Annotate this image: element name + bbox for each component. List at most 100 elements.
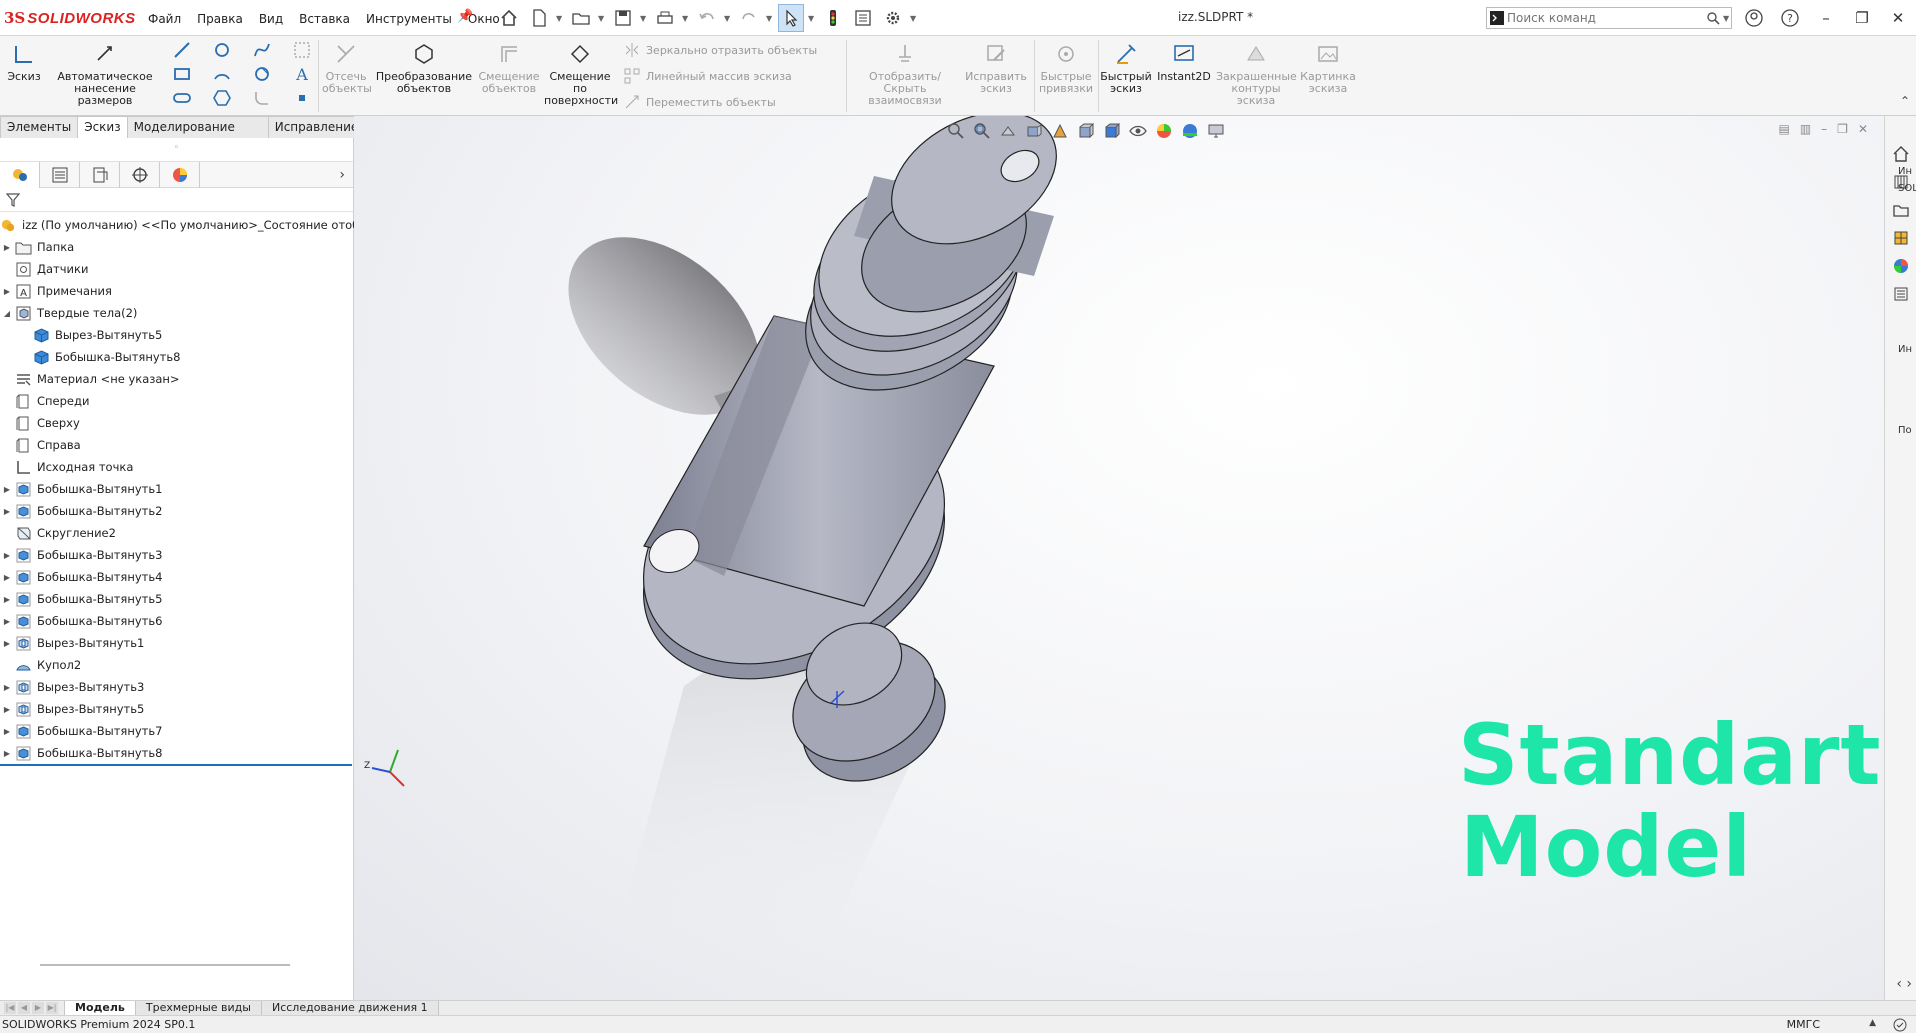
offset-entities-button[interactable]: Смещение объектов xyxy=(478,42,540,95)
expand-arrow-icon[interactable]: ▶ xyxy=(0,551,14,560)
tree-item[interactable]: ▶ Бобышка-Вытянуть2 xyxy=(0,500,353,522)
tree-item[interactable]: Исходная точка xyxy=(0,456,353,478)
arc-icon[interactable] xyxy=(212,64,232,84)
expand-arrow-icon[interactable]: ▶ xyxy=(0,595,14,604)
zoom-to-fit-button[interactable] xyxy=(944,120,968,142)
repair-sketch-button[interactable]: Исправить эскиз xyxy=(964,42,1028,95)
bottom-tab-1[interactable]: Трехмерные виды xyxy=(134,1000,262,1016)
open-button[interactable] xyxy=(568,4,594,32)
tree-root[interactable]: izz (По умолчанию) <<По умолчанию>_Состо… xyxy=(0,214,374,236)
instant2d-button[interactable]: Instant2D xyxy=(1156,42,1212,83)
tree-item[interactable]: ▶ Вырез-Вытянуть3 xyxy=(0,676,353,698)
expand-arrow-icon[interactable]: ▶ xyxy=(0,573,14,582)
help-button[interactable]: ? xyxy=(1772,0,1808,36)
apply-scene-button[interactable] xyxy=(1178,120,1202,142)
rebuild-status-icon[interactable] xyxy=(1892,1017,1908,1033)
tree-item[interactable]: ▶ Вырез-Вытянуть5 xyxy=(0,698,353,720)
rapid-sketch-button[interactable]: Быстрый эскиз xyxy=(1100,42,1152,95)
display-delete-relations-icon[interactable] xyxy=(292,40,312,60)
viewport-close-icon[interactable]: ✕ xyxy=(1858,122,1868,136)
menu-file[interactable]: Файл xyxy=(140,10,189,28)
tab-feature-manager[interactable] xyxy=(0,161,40,188)
shaded-contours-button[interactable]: Закрашенные контуры эскиза xyxy=(1216,42,1297,107)
search-input[interactable] xyxy=(1507,11,1703,25)
quick-snaps-button[interactable]: Быстрые привязки xyxy=(1038,42,1094,95)
viewport-nav-arrows[interactable]: ‹ › xyxy=(1896,976,1912,992)
fillet-sketch-icon[interactable] xyxy=(252,88,272,108)
mirror-entities-button[interactable]: Зеркально отразить объекты xyxy=(624,42,817,58)
show-relations-button[interactable]: Отобразить/Скрыть взаимосвязи xyxy=(850,42,960,107)
bottom-tab-0[interactable]: Модель xyxy=(64,1000,136,1016)
redo-button[interactable] xyxy=(736,4,762,32)
tab-dimxpert-manager[interactable] xyxy=(120,161,160,188)
rectangle-icon[interactable] xyxy=(172,64,192,84)
collapse-arrow-icon[interactable]: ◢ xyxy=(0,309,14,318)
expand-arrow-icon[interactable]: ▶ xyxy=(0,507,14,516)
collapse-ribbon-icon[interactable]: ⌃ xyxy=(1900,94,1910,108)
tree-item[interactable]: ▶ Бобышка-Вытянуть3 xyxy=(0,544,353,566)
section-view-button[interactable] xyxy=(1022,120,1046,142)
polygon-icon[interactable] xyxy=(252,64,272,84)
units-caret-icon[interactable]: ▲ xyxy=(1869,1018,1876,1028)
tree-item[interactable]: Спереди xyxy=(0,390,353,412)
tab-display-manager[interactable] xyxy=(160,161,200,188)
close-button[interactable]: ✕ xyxy=(1880,0,1916,36)
panel-splitter-handle[interactable]: ◦ xyxy=(0,138,353,162)
circle-icon[interactable] xyxy=(212,40,232,60)
solidworks-logo[interactable]: 3S SOLIDWORKS xyxy=(4,8,136,28)
expand-arrow-icon[interactable]: ▶ xyxy=(0,617,14,626)
new-dropdown-icon[interactable]: ▼ xyxy=(556,14,564,23)
expand-arrow-icon[interactable]: ▶ xyxy=(0,485,14,494)
expand-arrow-icon[interactable]: ▶ xyxy=(0,639,14,648)
trim-button[interactable]: Отсечь объекты xyxy=(322,42,372,95)
tree-item[interactable]: ▶ Бобышка-Вытянуть7 xyxy=(0,720,353,742)
tree-item[interactable]: Материал <не указан> xyxy=(0,368,353,390)
tab-property-manager[interactable] xyxy=(40,161,80,188)
offset-on-surface-button[interactable]: Смещение по поверхности xyxy=(544,42,618,107)
tree-item[interactable]: ▶ Бобышка-Вытянуть6 xyxy=(0,610,353,632)
options-dropdown-icon[interactable]: ▼ xyxy=(910,14,918,23)
expand-arrow-icon[interactable]: ▶ xyxy=(0,287,14,296)
expand-arrow-icon[interactable]: ▶ xyxy=(0,683,14,692)
sketch-picture-button[interactable]: Картинка эскиза xyxy=(1300,42,1356,95)
new-document-button[interactable] xyxy=(526,4,552,32)
restore-button[interactable]: ❐ xyxy=(1844,0,1880,36)
zoom-to-area-button[interactable] xyxy=(970,120,994,142)
text-icon[interactable]: A xyxy=(292,64,312,84)
spline-icon[interactable] xyxy=(252,40,272,60)
viewport-tile-right-icon[interactable]: ▥ xyxy=(1800,122,1811,136)
menu-edit[interactable]: Правка xyxy=(189,10,251,28)
slot-icon[interactable] xyxy=(172,88,192,108)
reference-triad[interactable]: Z xyxy=(360,736,420,796)
horizontal-scrollbar[interactable] xyxy=(40,964,290,966)
tab-0[interactable]: Элементы xyxy=(0,116,79,138)
view-settings-button[interactable] xyxy=(1204,120,1228,142)
tree-item[interactable]: Скругление2 xyxy=(0,522,353,544)
save-dropdown-icon[interactable]: ▼ xyxy=(640,14,648,23)
menu-tools[interactable]: Инструменты xyxy=(358,10,460,28)
search-dropdown-icon[interactable]: ▼ xyxy=(1723,14,1731,23)
tree-item[interactable]: Сверху xyxy=(0,412,353,434)
tree-item[interactable]: ◢ Твердые тела(2) xyxy=(0,302,353,324)
sketch-button[interactable]: Эскиз xyxy=(6,42,42,83)
previous-view-button[interactable] xyxy=(996,120,1020,142)
minimize-button[interactable]: – xyxy=(1808,0,1844,36)
print-button[interactable] xyxy=(652,4,678,32)
tree-item[interactable]: Датчики xyxy=(0,258,353,280)
menu-insert[interactable]: Вставка xyxy=(291,10,358,28)
print-dropdown-icon[interactable]: ▼ xyxy=(682,14,690,23)
undo-button[interactable] xyxy=(694,4,720,32)
linear-pattern-button[interactable]: Линейный массив эскиза xyxy=(624,68,792,84)
tree-item[interactable]: ▶ Вырез-Вытянуть1 xyxy=(0,632,353,654)
move-entities-button[interactable]: Переместить объекты xyxy=(624,94,776,110)
tree-item[interactable]: ▶ Папка xyxy=(0,236,353,258)
tab-3[interactable]: Исправление xyxy=(267,116,366,138)
select-dropdown-icon[interactable]: ▼ xyxy=(808,14,816,23)
polygon-hex-icon[interactable] xyxy=(212,88,232,108)
line-icon[interactable] xyxy=(172,40,192,60)
tree-item[interactable]: ▶ Бобышка-Вытянуть1 xyxy=(0,478,353,500)
view-orientation-button[interactable] xyxy=(1074,120,1098,142)
viewport-minimize-icon[interactable]: – xyxy=(1821,122,1827,136)
rebuild-button[interactable] xyxy=(820,4,846,32)
tab-nav-arrows[interactable]: |◀ ◀ ▶ ▶| xyxy=(4,1002,58,1014)
